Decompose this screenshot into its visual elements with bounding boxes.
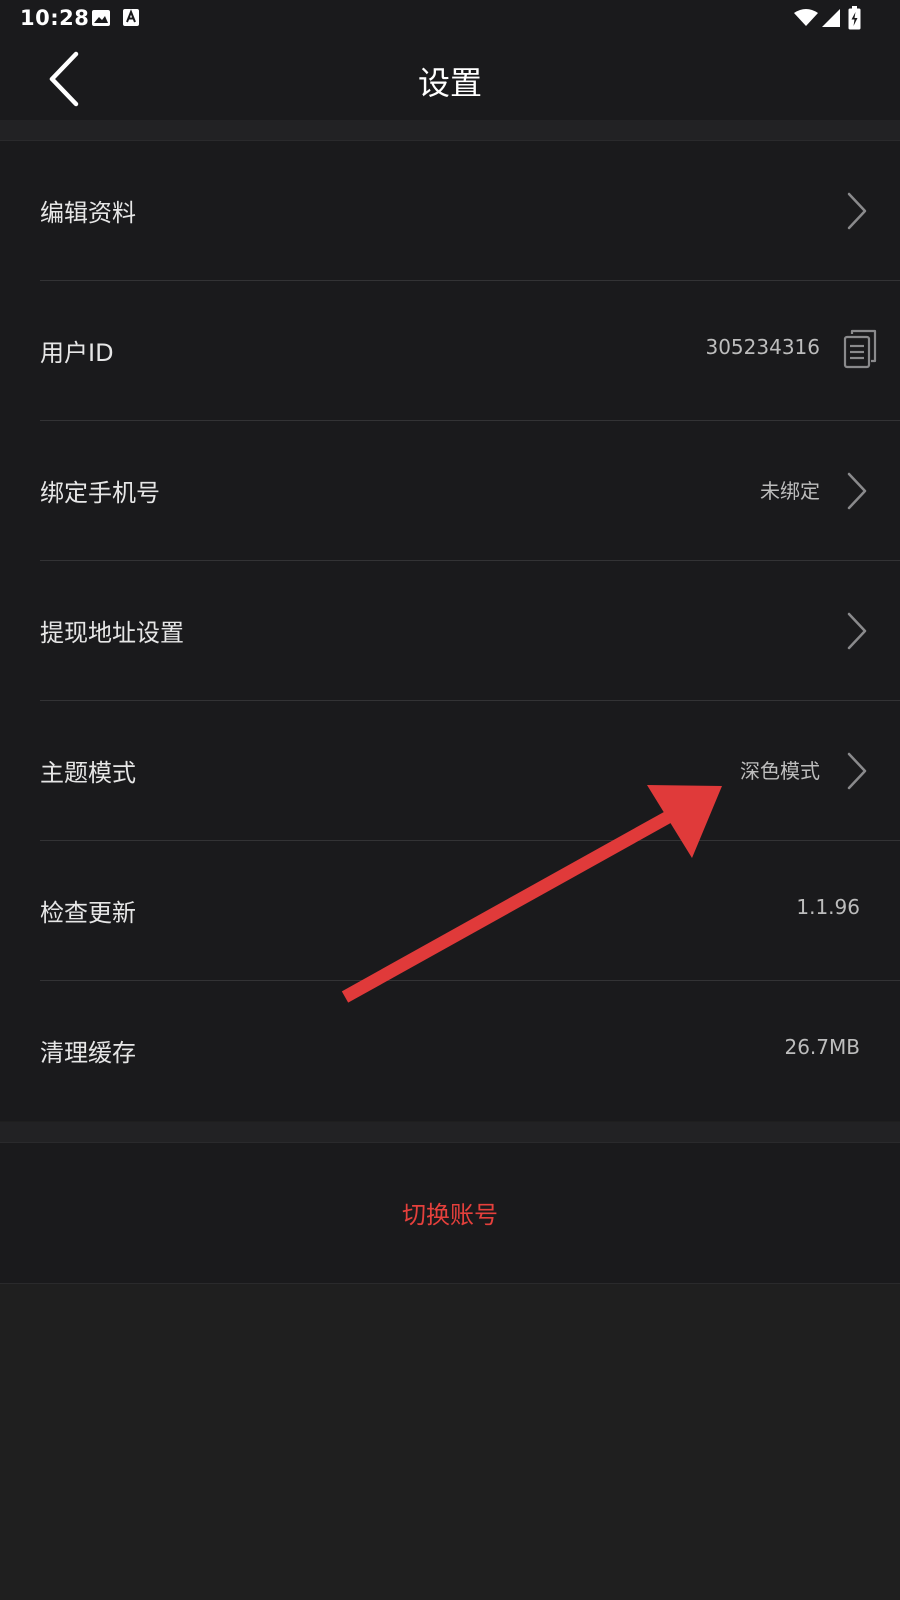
status-time: 10:28	[20, 6, 90, 30]
switch-account-button[interactable]: 切换账号	[0, 1143, 900, 1284]
cache-size-value: 26.7MB	[784, 1035, 860, 1059]
settings-row-edit-profile[interactable]: 编辑资料	[0, 141, 900, 281]
row-label: 清理缓存	[40, 1039, 136, 1067]
settings-row-withdraw-address[interactable]: 提现地址设置	[0, 561, 900, 701]
chevron-right-icon	[847, 192, 867, 230]
page-title: 设置	[417, 64, 482, 102]
bind-phone-status: 未绑定	[760, 479, 820, 503]
chevron-right-icon	[847, 612, 867, 650]
wifi-icon	[794, 9, 818, 26]
battery-charging-icon	[848, 6, 861, 30]
row-label: 用户ID	[40, 339, 114, 367]
settings-row-bind-phone[interactable]: 绑定手机号 未绑定	[0, 421, 900, 561]
settings-row-user-id: 用户ID 305234316	[0, 281, 900, 421]
app-version-value: 1.1.96	[796, 895, 860, 919]
chevron-right-icon	[847, 752, 867, 790]
row-label: 主题模式	[40, 759, 136, 787]
copy-icon[interactable]	[842, 329, 878, 369]
annotation-arrow-icon	[341, 785, 722, 1003]
row-label: 提现地址设置	[40, 619, 184, 647]
chevron-right-icon	[847, 472, 867, 510]
signal-icon	[822, 9, 840, 27]
row-label: 检查更新	[40, 899, 136, 927]
section-gap	[0, 120, 900, 141]
row-label: 编辑资料	[40, 199, 136, 227]
status-bar: 10:28	[0, 0, 900, 38]
section-gap	[0, 1122, 900, 1143]
a-badge-icon	[123, 9, 139, 26]
switch-account-label: 切换账号	[402, 1201, 498, 1229]
nav-bar: 设置	[0, 38, 900, 120]
user-id-value: 305234316	[705, 335, 820, 359]
row-label: 绑定手机号	[40, 479, 160, 507]
theme-mode-value: 深色模式	[740, 759, 820, 783]
image-icon	[92, 10, 110, 26]
